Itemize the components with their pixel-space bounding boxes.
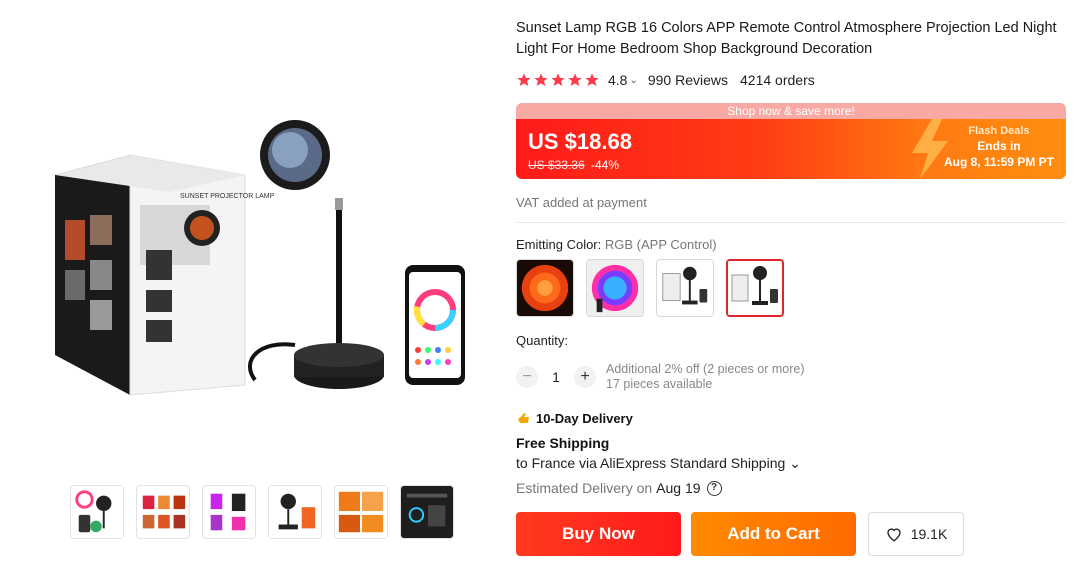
main-product-image[interactable]: SUNSET PROJECTOR LAMP — [40, 100, 480, 420]
original-price: US $33.36 — [528, 158, 585, 172]
color-swatches — [516, 259, 1068, 317]
buy-now-button[interactable]: Buy Now — [516, 512, 681, 556]
quantity-input[interactable]: 1 — [538, 369, 574, 385]
divider — [516, 222, 1066, 223]
star-icon — [517, 73, 531, 86]
color-label-text: Emitting Color: — [516, 237, 602, 252]
bulk-discount-note: Additional 2% off (2 pieces or more) — [606, 362, 805, 376]
star-icon — [568, 73, 582, 86]
star-icon — [585, 73, 599, 86]
rating-stars[interactable] — [516, 72, 600, 88]
quantity-label: Quantity: — [516, 333, 569, 348]
delivery-hand-icon — [518, 413, 529, 423]
color-label: Emitting Color: RGB (APP Control) — [516, 237, 1068, 252]
estimated-delivery: Estimated Delivery on Aug 19 ? — [516, 480, 1068, 496]
increase-quantity-button[interactable]: + — [574, 366, 596, 388]
quantity-note: Additional 2% off (2 pieces or more) 17 … — [606, 362, 804, 392]
vat-note: VAT added at payment — [516, 195, 647, 210]
discount-percent: -44% — [591, 158, 620, 172]
chevron-down-icon[interactable]: ⌄ — [629, 75, 637, 86]
thumbnail-3[interactable] — [202, 485, 256, 539]
decrease-quantity-button[interactable]: − — [516, 366, 538, 388]
add-to-cart-button[interactable]: Add to Cart — [691, 512, 856, 556]
free-shipping-title: Free Shipping — [516, 435, 610, 451]
rating-value[interactable]: 4.8 — [608, 72, 627, 88]
deal-end-date: Aug 8, 11:59 PM PT — [943, 155, 1054, 169]
thumbnail-6[interactable] — [400, 485, 454, 539]
delivery-badge: 10-Day Delivery — [516, 410, 1068, 426]
ends-in-label: Ends in — [977, 139, 1021, 153]
thumbnail-5[interactable] — [334, 485, 388, 539]
reviews-link[interactable]: 990 Reviews — [648, 72, 728, 88]
flash-deals-title: Flash Deals — [968, 125, 1030, 137]
sale-price: US $18.68 — [528, 129, 632, 154]
swatch-sunset-orange[interactable] — [516, 259, 574, 317]
thumbnail-4[interactable] — [268, 485, 322, 539]
heart-icon — [887, 528, 901, 542]
star-icon — [551, 73, 565, 86]
star-icon — [534, 73, 548, 86]
promo-banner-text: Shop now & save more! — [516, 103, 1066, 119]
stock-available: 17 pieces available — [606, 377, 713, 391]
flash-deal-banner: Shop now & save more! US $18.68 US $33.3… — [516, 103, 1066, 179]
orders-count: 4214 orders — [740, 72, 815, 88]
quantity-stepper: − 1 + Additional 2% off (2 pieces or mor… — [516, 362, 1068, 392]
help-icon[interactable]: ? — [706, 480, 722, 496]
flash-deal-timer: Flash Deals Ends in Aug 8, 11:59 PM PT — [944, 125, 1054, 169]
delivery-badge-text: 10-Day Delivery — [536, 410, 633, 426]
estimated-delivery-date: Aug 19 — [656, 480, 701, 496]
shipping-method-selector[interactable]: to France via AliExpress Standard Shippi… — [516, 455, 1068, 472]
estimated-delivery-label: Estimated Delivery on — [516, 480, 653, 496]
thumbnail-strip — [70, 485, 454, 539]
box-title-text: SUNSET PROJECTOR LAMP — [180, 193, 275, 200]
product-info-panel: Sunset Lamp RGB 16 Colors APP Remote Con… — [516, 18, 1068, 496]
swatch-lamp-with-box[interactable] — [656, 259, 714, 317]
product-title: Sunset Lamp RGB 16 Colors APP Remote Con… — [516, 20, 1057, 57]
rating-row: 4.8 ⌄ 990 Reviews 4214 orders — [516, 70, 1068, 90]
thumbnail-1[interactable] — [70, 485, 124, 539]
swatch-rgb-rainbow[interactable] — [586, 259, 644, 317]
action-buttons: Buy Now Add to Cart 19.1K — [516, 512, 964, 556]
selected-color-value: RGB (APP Control) — [604, 237, 717, 252]
swatch-lamp-set-selected[interactable] — [726, 259, 784, 317]
thumbnail-2[interactable] — [136, 485, 190, 539]
wishlist-count: 19.1K — [910, 526, 948, 542]
wishlist-button[interactable]: 19.1K — [868, 512, 964, 556]
